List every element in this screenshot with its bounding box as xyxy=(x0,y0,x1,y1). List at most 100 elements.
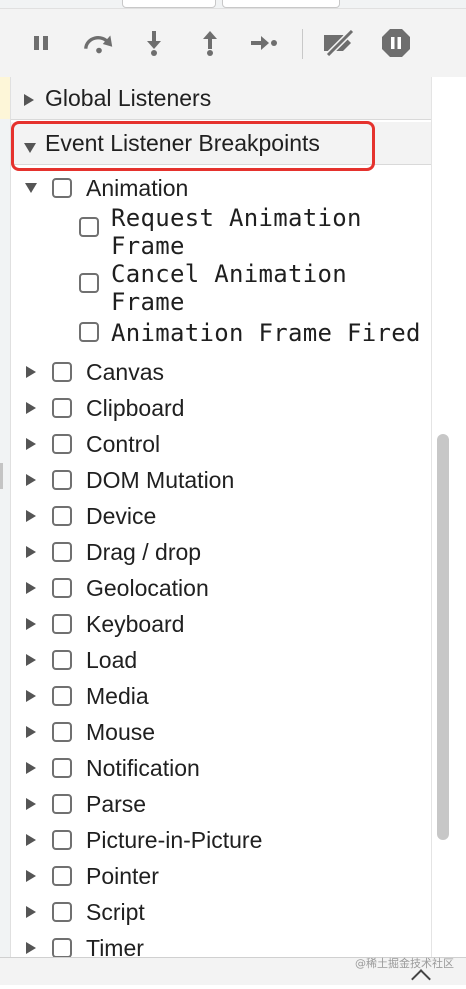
paused-banner-edge xyxy=(0,77,10,119)
breakpoint-label: Frame xyxy=(111,232,185,260)
category-row[interactable]: Script xyxy=(11,894,145,930)
expand-arrow-icon[interactable] xyxy=(24,834,38,846)
category-row[interactable]: Parse xyxy=(11,786,146,822)
checkbox[interactable] xyxy=(52,866,72,886)
category-row[interactable]: Notification xyxy=(11,750,200,786)
breakpoints-panel: Global Listeners Event Listener Breakpoi… xyxy=(11,77,431,961)
category-row[interactable]: Picture-in-Picture xyxy=(11,822,262,858)
category-row[interactable]: Control xyxy=(11,426,160,462)
expand-arrow-icon[interactable] xyxy=(24,798,38,810)
category-label: Animation xyxy=(86,174,189,201)
watermark: @稀土掘金技术社区 xyxy=(355,957,454,970)
scrollbar-thumb[interactable] xyxy=(437,434,449,840)
tab-fragment[interactable] xyxy=(122,0,216,8)
step-out-icon xyxy=(203,31,217,56)
category-label: Pointer xyxy=(86,862,159,889)
checkbox[interactable] xyxy=(52,938,72,958)
chevron-up-icon[interactable] xyxy=(411,969,431,989)
step-over-button[interactable] xyxy=(82,25,116,61)
expand-arrow-icon[interactable] xyxy=(24,510,38,522)
checkbox[interactable] xyxy=(52,902,72,922)
expand-arrow-icon[interactable] xyxy=(24,366,38,378)
category-row[interactable]: Canvas xyxy=(11,354,164,390)
checkbox[interactable] xyxy=(52,434,72,454)
breakpoint-cancel-animation-frame[interactable]: Cancel Animation Frame xyxy=(79,260,347,316)
checkbox[interactable] xyxy=(52,578,72,598)
step-over-icon xyxy=(84,35,113,54)
expand-arrow-icon[interactable] xyxy=(24,690,38,702)
expand-arrow-icon[interactable] xyxy=(24,582,38,594)
expand-arrow-icon[interactable] xyxy=(24,474,38,486)
breakpoint-animation-frame-fired[interactable]: Animation Frame Fired xyxy=(79,319,421,347)
category-row[interactable]: Mouse xyxy=(11,714,155,750)
checkbox[interactable] xyxy=(79,322,99,342)
expand-arrow-icon[interactable] xyxy=(24,402,38,414)
checkbox[interactable] xyxy=(52,722,72,742)
checkbox[interactable] xyxy=(52,470,72,490)
tab-fragment[interactable] xyxy=(222,0,340,8)
checkbox[interactable] xyxy=(52,362,72,382)
breakpoint-request-animation-frame[interactable]: Request Animation Frame xyxy=(79,204,362,260)
expand-arrow-icon[interactable] xyxy=(24,762,38,774)
step-into-button[interactable] xyxy=(137,25,171,61)
category-label: Device xyxy=(86,502,157,529)
checkbox[interactable] xyxy=(52,614,72,634)
category-row[interactable]: Pointer xyxy=(11,858,159,894)
category-label: Load xyxy=(86,646,138,673)
breakpoint-label: Animation Frame Fired xyxy=(111,319,421,347)
category-label: Keyboard xyxy=(86,610,185,637)
checkbox[interactable] xyxy=(52,398,72,418)
resize-handle[interactable] xyxy=(0,463,3,489)
expand-arrow-icon[interactable] xyxy=(24,942,38,954)
category-animation[interactable]: Animation xyxy=(11,170,188,206)
section-global-listeners[interactable]: Global Listeners xyxy=(11,77,431,120)
expand-arrow-icon xyxy=(24,85,34,112)
expand-arrow-icon[interactable] xyxy=(24,618,38,630)
pause-button[interactable] xyxy=(24,25,58,61)
debugger-toolbar xyxy=(0,8,466,78)
expand-arrow-icon[interactable] xyxy=(24,726,38,738)
checkbox[interactable] xyxy=(52,794,72,814)
checkbox[interactable] xyxy=(79,217,99,237)
category-row[interactable]: Device xyxy=(11,498,156,534)
expand-arrow-icon[interactable] xyxy=(24,546,38,558)
category-label: Clipboard xyxy=(86,394,185,421)
pause-on-exceptions-icon xyxy=(382,29,410,57)
checkbox[interactable] xyxy=(52,686,72,706)
checkbox[interactable] xyxy=(52,758,72,778)
checkbox[interactable] xyxy=(52,542,72,562)
category-row[interactable]: Load xyxy=(11,642,137,678)
category-row[interactable]: Drag / drop xyxy=(11,534,201,570)
top-tab-strip xyxy=(0,0,466,8)
pause-on-exceptions-button[interactable] xyxy=(379,25,413,61)
expand-arrow-icon[interactable] xyxy=(24,906,38,918)
scrollbar[interactable] xyxy=(431,77,466,957)
category-label: Script xyxy=(86,898,145,925)
category-label: Canvas xyxy=(86,358,164,385)
expand-arrow-icon[interactable] xyxy=(24,438,38,450)
deactivate-breakpoints-button[interactable] xyxy=(319,25,359,61)
checkbox[interactable] xyxy=(52,830,72,850)
step-button[interactable] xyxy=(247,25,281,61)
section-label: Global Listeners xyxy=(45,84,212,111)
expand-arrow-icon[interactable] xyxy=(24,654,38,666)
category-label: Media xyxy=(86,682,149,709)
category-row[interactable]: Geolocation xyxy=(11,570,209,606)
category-row[interactable]: Media xyxy=(11,678,149,714)
category-row[interactable]: DOM Mutation xyxy=(11,462,234,498)
category-label: Notification xyxy=(86,754,200,781)
pause-icon xyxy=(34,36,48,50)
collapse-arrow-icon[interactable] xyxy=(24,183,38,193)
expand-arrow-icon[interactable] xyxy=(24,870,38,882)
checkbox[interactable] xyxy=(79,273,99,293)
checkbox[interactable] xyxy=(52,178,72,198)
checkbox[interactable] xyxy=(52,506,72,526)
left-panel-edge xyxy=(0,77,11,957)
highlight-annotation xyxy=(11,121,375,171)
step-out-button[interactable] xyxy=(193,25,227,61)
checkbox[interactable] xyxy=(52,650,72,670)
toolbar-separator xyxy=(302,29,303,59)
category-row[interactable]: Keyboard xyxy=(11,606,184,642)
breakpoint-label: Request Animation xyxy=(111,204,362,232)
category-row[interactable]: Clipboard xyxy=(11,390,184,426)
